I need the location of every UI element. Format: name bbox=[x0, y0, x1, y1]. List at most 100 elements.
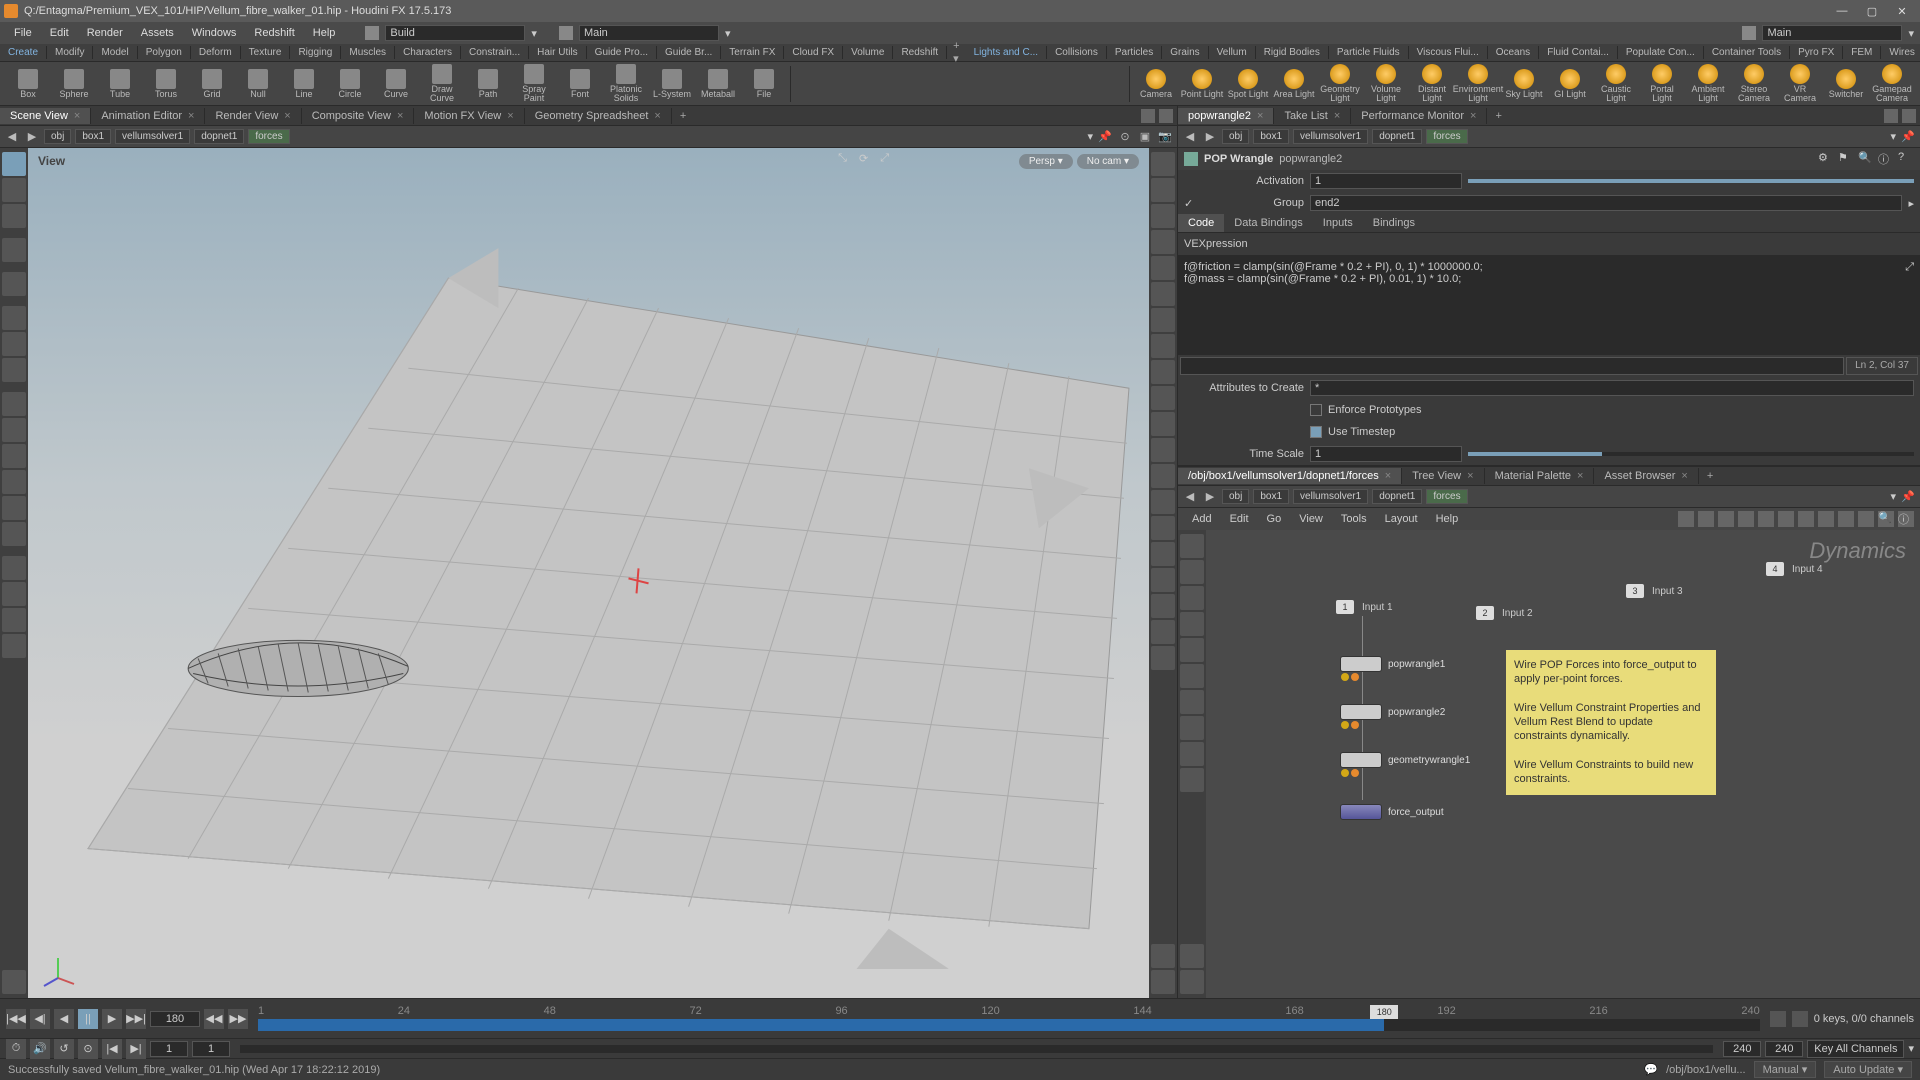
realtime-button[interactable]: ⏱ bbox=[6, 1039, 26, 1059]
activation-input[interactable] bbox=[1310, 173, 1462, 189]
tool-null[interactable]: Null bbox=[236, 64, 280, 104]
range-start[interactable] bbox=[150, 1041, 188, 1057]
group-picker-icon[interactable]: ▸ bbox=[1908, 197, 1914, 210]
menu-assets[interactable]: Assets bbox=[133, 25, 182, 41]
disp-icon[interactable] bbox=[1151, 412, 1175, 436]
snap-rotate-icon[interactable]: ⟳ bbox=[859, 152, 868, 165]
net-menu-view[interactable]: View bbox=[1291, 511, 1331, 527]
minimize-button[interactable]: — bbox=[1828, 2, 1856, 20]
tool-pointlight[interactable]: Point Light bbox=[1180, 64, 1224, 104]
net-tool-icon[interactable] bbox=[1678, 511, 1694, 527]
range-button[interactable]: ⊙ bbox=[78, 1039, 98, 1059]
tool-camera[interactable]: Camera bbox=[1134, 64, 1178, 104]
current-frame-input[interactable] bbox=[150, 1011, 200, 1027]
shelf-tab[interactable]: Rigging bbox=[290, 46, 341, 59]
disp-icon[interactable] bbox=[1151, 334, 1175, 358]
proto-checkbox[interactable] bbox=[1310, 404, 1322, 416]
timestep-checkbox[interactable] bbox=[1310, 426, 1322, 438]
chevron-down-icon[interactable]: ▾ bbox=[1890, 130, 1896, 143]
desktop-main[interactable] bbox=[579, 25, 719, 41]
shelf-tab[interactable]: Collisions bbox=[1047, 46, 1107, 59]
panetab-add[interactable]: + bbox=[672, 110, 694, 122]
shelf-tab[interactable]: Wires bbox=[1881, 46, 1920, 59]
param-tab-bindings[interactable]: Bindings bbox=[1363, 214, 1425, 232]
panetab-compview[interactable]: Composite View× bbox=[302, 108, 415, 124]
pin-icon[interactable]: 📌 bbox=[1900, 129, 1916, 145]
update-mode-button[interactable]: Auto Update ▾ bbox=[1824, 1061, 1912, 1078]
shelf-tab[interactable]: Vellum bbox=[1209, 46, 1256, 59]
crumb-obj[interactable]: obj bbox=[44, 129, 71, 144]
chevron-down-icon[interactable]: ▾ bbox=[1890, 490, 1896, 503]
crumb[interactable]: box1 bbox=[1253, 129, 1289, 144]
crumb[interactable]: vellumsolver1 bbox=[1293, 489, 1368, 504]
disp-icon[interactable] bbox=[1151, 178, 1175, 202]
net-tool-icon[interactable] bbox=[1738, 511, 1754, 527]
snapshot-icon[interactable]: 📷 bbox=[1157, 129, 1173, 145]
tool-circle[interactable]: Circle bbox=[328, 64, 372, 104]
tool-line[interactable]: Line bbox=[282, 64, 326, 104]
chevron-down-icon[interactable]: ▾ bbox=[725, 27, 731, 40]
pane-opt-icon[interactable] bbox=[1141, 109, 1155, 123]
nav-fwd-icon[interactable]: ▶ bbox=[1202, 129, 1218, 145]
node-geometrywrangle1[interactable]: geometrywrangle1 bbox=[1340, 752, 1470, 768]
shelf-tab[interactable]: Cloud FX bbox=[784, 46, 843, 59]
disp-icon[interactable] bbox=[1151, 152, 1175, 176]
net-tool-icon[interactable] bbox=[1818, 511, 1834, 527]
key-button[interactable] bbox=[1770, 1011, 1786, 1027]
expand-icon[interactable]: ⤢ bbox=[1905, 261, 1914, 274]
crumb-box1[interactable]: box1 bbox=[75, 129, 111, 144]
param-tab-code[interactable]: Code bbox=[1178, 214, 1224, 232]
desktop-main2[interactable] bbox=[1762, 25, 1902, 41]
pane-opt-icon[interactable] bbox=[1884, 109, 1898, 123]
param-tab-inputs[interactable]: Inputs bbox=[1313, 214, 1363, 232]
net-menu-add[interactable]: Add bbox=[1184, 511, 1220, 527]
link-icon[interactable]: ⊙ bbox=[1117, 129, 1133, 145]
menu-redshift[interactable]: Redshift bbox=[246, 25, 302, 41]
crumb-dopnet[interactable]: dopnet1 bbox=[194, 129, 244, 144]
check-icon[interactable]: ✓ bbox=[1184, 197, 1198, 210]
disp-icon[interactable] bbox=[1151, 568, 1175, 592]
net-lt-icon[interactable] bbox=[1180, 768, 1204, 792]
input-port-2[interactable]: 2Input 2 bbox=[1476, 606, 1533, 620]
close-button[interactable]: ✕ bbox=[1888, 2, 1916, 20]
menu-help[interactable]: Help bbox=[305, 25, 344, 41]
desktop-build[interactable] bbox=[385, 25, 525, 41]
shelf-tab[interactable]: Deform bbox=[191, 46, 241, 59]
render-icon[interactable]: ▣ bbox=[1137, 129, 1153, 145]
net-tool-icon[interactable] bbox=[1778, 511, 1794, 527]
audio-button[interactable]: 🔊 bbox=[30, 1039, 50, 1059]
play-back-button[interactable]: ◀ bbox=[54, 1009, 74, 1029]
arrow-tool-icon[interactable] bbox=[2, 238, 26, 262]
range-prev-button[interactable]: |◀ bbox=[102, 1039, 122, 1059]
mag1-icon[interactable] bbox=[2, 556, 26, 580]
shelf-tab[interactable]: Modify bbox=[47, 46, 93, 59]
tool-portallight[interactable]: Portal Light bbox=[1640, 64, 1684, 104]
tool-metaball[interactable]: Metaball bbox=[696, 64, 740, 104]
net-lt-icon[interactable] bbox=[1180, 534, 1204, 558]
net-tool-icon[interactable] bbox=[1858, 511, 1874, 527]
network-view[interactable]: Dynamics 1Input 1 2Input 2 3Input 3 4Inp… bbox=[1206, 530, 1920, 998]
teacup-icon[interactable] bbox=[2, 970, 26, 994]
tool-tube[interactable]: Tube bbox=[98, 64, 142, 104]
shelf-add[interactable]: + ▾ bbox=[947, 40, 965, 65]
tool-stereocam[interactable]: Stereo Camera bbox=[1732, 64, 1776, 104]
tool-box[interactable]: Box bbox=[6, 64, 50, 104]
snap6-icon[interactable] bbox=[2, 522, 26, 546]
range-end[interactable] bbox=[1765, 1041, 1803, 1057]
key-mode-dropdown[interactable]: Key All Channels bbox=[1807, 1040, 1904, 1058]
shelf-tab[interactable]: Oceans bbox=[1488, 46, 1539, 59]
net-tool-icon[interactable] bbox=[1698, 511, 1714, 527]
shelf-tab[interactable]: Rigid Bodies bbox=[1256, 46, 1329, 59]
shelf-tab[interactable]: Fluid Contai... bbox=[1539, 46, 1618, 59]
panetab-geosheet[interactable]: Geometry Spreadsheet× bbox=[525, 108, 672, 124]
crumb[interactable]: vellumsolver1 bbox=[1293, 129, 1368, 144]
range-next-button[interactable]: ▶| bbox=[126, 1039, 146, 1059]
step-fwd-button[interactable]: ▶▶ bbox=[228, 1009, 248, 1029]
panetab-animeditor[interactable]: Animation Editor× bbox=[91, 108, 205, 124]
viewport-3d[interactable]: View ⤡ ⟳ ⤢ Persp ▾ No cam ▾ bbox=[28, 148, 1149, 998]
select-tool-icon[interactable] bbox=[2, 152, 26, 176]
chevron-down-icon[interactable]: ▾ bbox=[1908, 1042, 1914, 1055]
net-lt-icon[interactable] bbox=[1180, 742, 1204, 766]
key-button[interactable] bbox=[1792, 1011, 1808, 1027]
panetab-network[interactable]: /obj/box1/vellumsolver1/dopnet1/forces× bbox=[1178, 468, 1402, 484]
